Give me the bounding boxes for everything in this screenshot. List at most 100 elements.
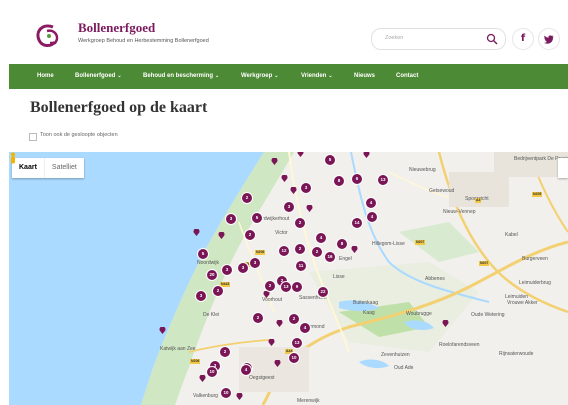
map-cluster-marker[interactable]: 3	[221, 264, 233, 276]
chevron-down-icon: ⌄	[328, 73, 333, 79]
main-navigation: Home Bollenerfgoed ⌄ Behoud en beschermin…	[9, 64, 568, 89]
map-place-label: Vrouwe Akker	[507, 300, 538, 306]
map-pin-icon[interactable]	[351, 246, 358, 253]
pegman-icon[interactable]	[9, 152, 17, 164]
site-title[interactable]: Bollenerfgoed	[78, 20, 155, 36]
map-cluster-marker[interactable]: 3	[300, 182, 312, 194]
map-place-label: Abbenes	[425, 276, 445, 282]
nav-item-bollenerfgoed[interactable]: Bollenerfgoed ⌄	[75, 64, 122, 89]
map-pin-icon[interactable]	[290, 187, 297, 194]
map-pin-icon[interactable]	[193, 229, 200, 236]
map-cluster-marker[interactable]: 4	[240, 364, 252, 376]
site-subtitle: Werkgroep Behoud en Herbestemming Bollen…	[78, 38, 209, 44]
chevron-down-icon: ⌄	[117, 73, 122, 79]
map-cluster-marker[interactable]: 12	[278, 245, 290, 257]
map-cluster-marker[interactable]: 13	[291, 337, 303, 349]
map-place-label: Buitenkaag	[353, 300, 379, 306]
map-place-label: Zevenhuizen	[381, 352, 410, 358]
nav-item-werkgroep[interactable]: Werkgroep ⌄	[241, 64, 278, 89]
map-pin-icon[interactable]	[236, 393, 243, 400]
map-pin-icon[interactable]	[297, 152, 304, 157]
road-shield: N207	[415, 240, 426, 245]
map-cluster-marker[interactable]: 14	[351, 217, 363, 229]
site-logo-icon[interactable]	[33, 21, 63, 51]
map-cluster-marker[interactable]: 9	[291, 281, 303, 293]
map-pin-icon[interactable]	[263, 291, 270, 298]
map-pin-icon[interactable]	[363, 152, 370, 158]
map-place-label: Rijnsaterwoude	[499, 351, 534, 357]
nav-item-nieuws[interactable]: Nieuws	[354, 64, 375, 89]
map-cluster-marker[interactable]: 2	[311, 246, 323, 258]
map-pin-icon[interactable]	[306, 205, 313, 212]
twitter-icon[interactable]	[538, 28, 560, 50]
search-field[interactable]: Zoeken	[371, 28, 506, 50]
map-cluster-marker[interactable]: 2	[212, 285, 224, 297]
nav-item-behoud[interactable]: Behoud en bescherming ⌄	[143, 64, 219, 89]
show-demolished-label[interactable]: Toon ook de gesloopte objecten	[40, 132, 118, 138]
map-cluster-marker[interactable]: 20	[206, 269, 218, 281]
chevron-down-icon: ⌄	[274, 73, 279, 79]
map-cluster-marker[interactable]: 2	[294, 217, 306, 229]
map-cluster-marker[interactable]: 6	[351, 173, 363, 185]
chevron-down-icon: ⌄	[215, 73, 220, 79]
map-place-label: Lisse	[333, 274, 345, 280]
road-shield: A4	[475, 198, 482, 203]
nav-item-vrienden[interactable]: Vrienden ⌄	[301, 64, 333, 89]
map-place-label: Valkenburg	[193, 393, 218, 399]
map-place-label: Noordwijk	[197, 260, 219, 266]
map-pin-icon[interactable]	[218, 232, 225, 239]
map-cluster-marker[interactable]: 8	[333, 175, 345, 187]
map-cluster-marker[interactable]: 4	[315, 232, 327, 244]
map-view[interactable]: Bedrijventpark De PresidentNieuwebrugGet…	[9, 152, 568, 405]
map-cluster-marker[interactable]: 4	[365, 197, 377, 209]
map-cluster-marker[interactable]: 5	[251, 212, 263, 224]
map-cluster-marker[interactable]: 22	[317, 286, 329, 298]
map-cluster-marker[interactable]: 11	[295, 260, 307, 272]
map-cluster-marker[interactable]: 2	[241, 192, 253, 204]
map-place-label: Oud Ade	[394, 365, 414, 371]
map-cluster-marker[interactable]: 2	[219, 346, 231, 358]
map-cluster-marker[interactable]: 3	[225, 213, 237, 225]
map-cluster-marker[interactable]: 8	[336, 238, 348, 250]
page-title: Bollenerfgoed op de kaart	[30, 99, 208, 116]
map-cluster-marker[interactable]: 4	[299, 322, 311, 334]
map-background	[9, 152, 568, 405]
map-pin-icon[interactable]	[199, 375, 206, 382]
map-place-label: Merenwijk	[297, 398, 320, 404]
map-place-label: Woubrugge	[406, 311, 432, 317]
map-cluster-marker[interactable]: 10	[288, 352, 300, 364]
map-cluster-marker[interactable]: 3	[237, 262, 249, 274]
fullscreen-icon[interactable]	[558, 158, 568, 178]
search-icon[interactable]	[486, 33, 498, 45]
map-cluster-marker[interactable]: 10	[220, 387, 232, 399]
map-cluster-marker[interactable]: 3	[195, 290, 207, 302]
map-place-label: Getsewoud	[429, 188, 455, 194]
map-pin-icon[interactable]	[442, 320, 449, 327]
map-cluster-marker[interactable]: 2	[264, 280, 276, 292]
map-place-label: Victor	[275, 230, 288, 236]
map-cluster-marker[interactable]: 3	[283, 201, 295, 213]
map-cluster-marker[interactable]: 13	[377, 174, 389, 186]
map-cluster-marker[interactable]: 3	[249, 257, 261, 269]
map-cluster-marker[interactable]: 2	[294, 243, 306, 255]
facebook-icon[interactable]: f	[512, 28, 534, 50]
nav-item-contact[interactable]: Contact	[396, 64, 418, 89]
map-pin-icon[interactable]	[274, 360, 281, 367]
show-demolished-checkbox[interactable]	[29, 133, 37, 141]
map-place-label: Leimuiderbrug	[519, 280, 551, 286]
map-cluster-marker[interactable]: 2	[288, 313, 300, 325]
map-pin-icon[interactable]	[276, 320, 283, 327]
map-type-satellite-button[interactable]: Satelliet	[43, 158, 84, 178]
map-cluster-marker[interactable]: 16	[324, 251, 336, 263]
map-cluster-marker[interactable]: 4	[366, 211, 378, 223]
map-cluster-marker[interactable]: 2	[252, 312, 264, 324]
map-pin-icon[interactable]	[271, 158, 278, 165]
map-pin-icon[interactable]	[159, 327, 166, 334]
map-cluster-marker[interactable]: 5	[197, 248, 209, 260]
map-cluster-marker[interactable]: 2	[244, 229, 256, 241]
map-pin-icon[interactable]	[281, 175, 288, 182]
nav-item-home[interactable]: Home	[37, 64, 54, 89]
map-pin-icon[interactable]	[268, 339, 275, 346]
map-cluster-marker[interactable]: 5	[324, 154, 336, 166]
map-cluster-marker[interactable]: 10	[206, 366, 218, 378]
